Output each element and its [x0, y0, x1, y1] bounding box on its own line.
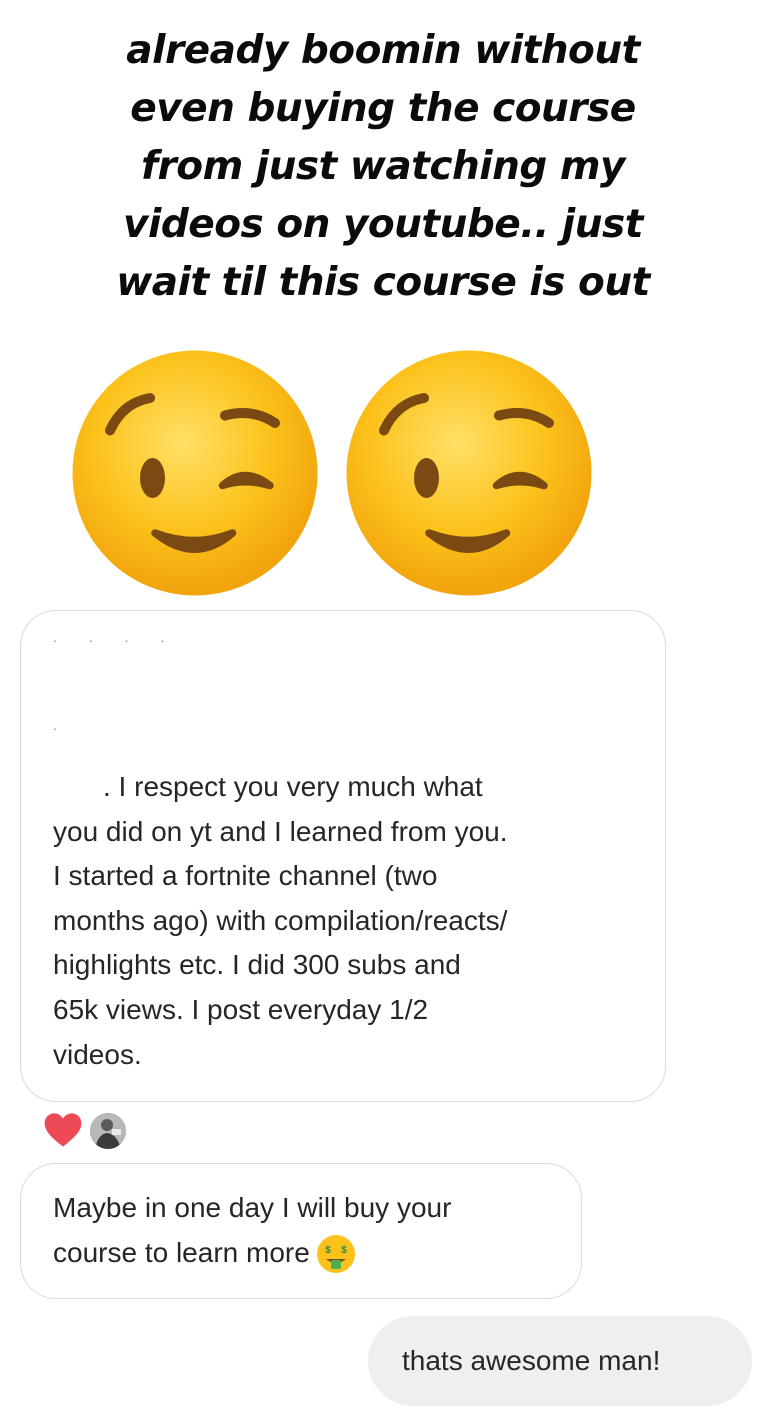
message-bubble-received[interactable]: . . . . . . I respect you very much what…: [20, 610, 666, 1102]
heart-icon[interactable]: [42, 1109, 84, 1151]
redacted-marks: .: [53, 717, 71, 733]
message-line: I started a fortnite channel (two: [53, 860, 438, 892]
winking-face-icon: [346, 350, 592, 596]
caption-line: even buying the course: [130, 86, 636, 131]
caption-line: wait til this course is out: [116, 260, 650, 305]
money-mouth-face-icon: $ $: [316, 1235, 355, 1274]
message-line: videos.: [53, 1038, 142, 1070]
profile-photo: [90, 1113, 126, 1149]
caption-line: from just watching my: [141, 144, 625, 189]
svg-text:$: $: [325, 1245, 331, 1256]
message-line: 65k views. I post everyday 1/2: [53, 993, 429, 1025]
message-line: months ago) with compilation/reacts/: [53, 904, 508, 936]
message-text: . I respect you very much what you did o…: [53, 765, 508, 1077]
message-line: Maybe in one day I will buy your: [53, 1192, 452, 1223]
message-line: highlights etc. I did 300 subs and: [53, 949, 461, 981]
message-text: Maybe in one day I will buy your course …: [53, 1186, 451, 1275]
message-line: course to learn more: [53, 1236, 310, 1268]
caption-line: already boomin without: [126, 28, 640, 73]
message-line: you did on yt and I learned from you.: [53, 815, 508, 847]
story-caption: already boomin without even buying the c…: [0, 22, 766, 312]
caption-line: videos on youtube.. just: [123, 202, 643, 247]
message-bubble-sent[interactable]: thats awesome man!: [368, 1316, 752, 1406]
winking-face-icon: [72, 350, 318, 596]
message-text: thats awesome man!: [402, 1345, 661, 1376]
svg-text:$: $: [341, 1245, 347, 1256]
message-line: . I respect you very much what: [103, 771, 483, 802]
redacted-marks: . . . .: [53, 629, 179, 645]
avatar[interactable]: [88, 1111, 128, 1151]
message-bubble-received[interactable]: Maybe in one day I will buy your course …: [20, 1163, 582, 1299]
